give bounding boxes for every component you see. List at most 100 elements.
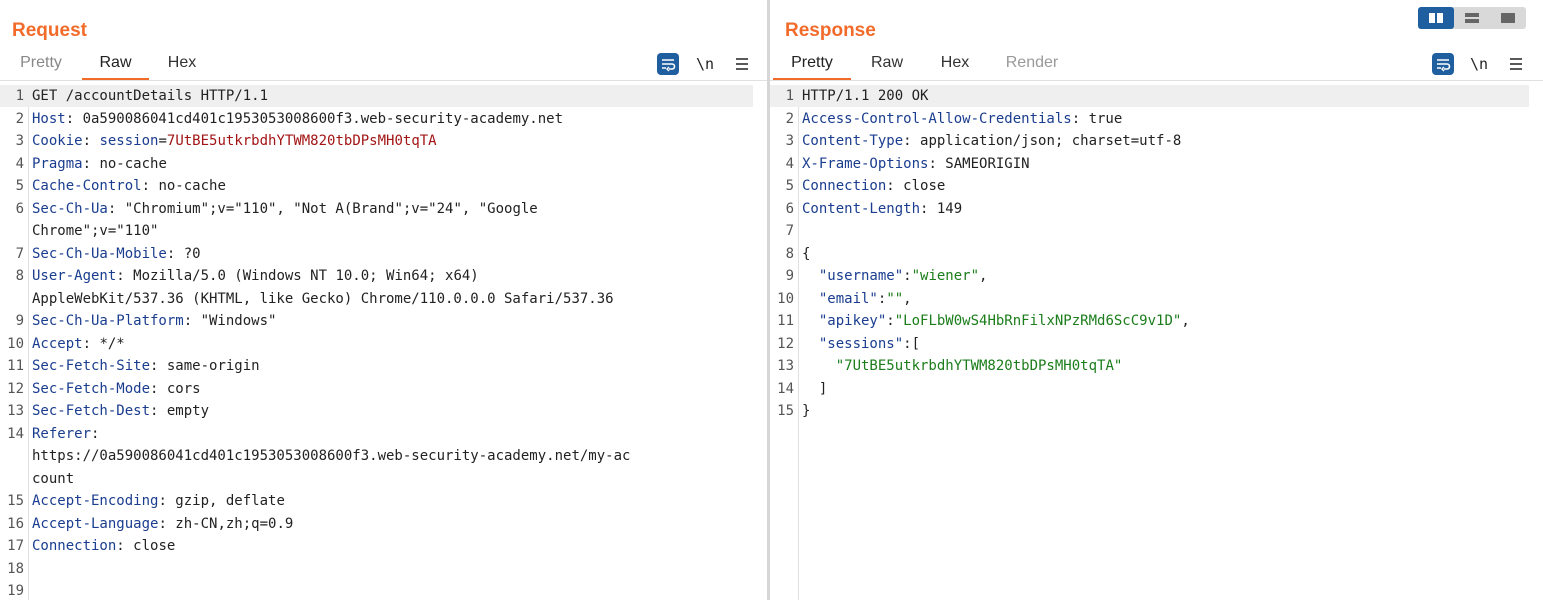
response-editor[interactable]: 1 HTTP/1.1 200 OK 2 Access-Control-Allow-Cr… xyxy=(770,85,1543,600)
response-tab-pretty[interactable]: Pretty xyxy=(773,50,851,80)
line-number: 1 xyxy=(785,88,794,104)
header-separator: : xyxy=(166,245,184,262)
line-content: Chrome";v="110" xyxy=(32,220,158,242)
word-wrap-icon[interactable] xyxy=(1432,53,1454,75)
line-content: Content-Type: application/json; charset=… xyxy=(802,130,1181,152)
header-name: Content-Type xyxy=(802,133,904,149)
header-value: gzip, deflate xyxy=(175,493,285,509)
header-name: Host xyxy=(32,110,66,127)
request-tab-divider xyxy=(0,80,767,81)
header-name: X-Frame-Options xyxy=(802,155,929,172)
header-separator: : xyxy=(82,155,100,172)
code-line: 6 Content-Length: 149 xyxy=(770,198,1529,220)
wrapped-continuation: count xyxy=(32,470,75,487)
plain-text: GET /accountDetails HTTP/1.1 xyxy=(32,88,269,104)
line-content: Host: 0a590086041cd401c1953053008600f3.w… xyxy=(32,108,563,130)
request-tab-pretty[interactable]: Pretty xyxy=(8,50,74,80)
response-tab-render[interactable]: Render xyxy=(996,50,1068,80)
line-content: HTTP/1.1 200 OK xyxy=(802,85,928,107)
response-tab-raw[interactable]: Raw xyxy=(861,50,913,80)
code-line: 11 "apikey":"LoFLbW0wS4HbRnFilxNPzRMd6Sc… xyxy=(770,310,1529,332)
response-tab-hex[interactable]: Hex xyxy=(930,50,980,80)
wrapped-continuation: Chrome";v="110" xyxy=(32,223,159,239)
word-wrap-icon[interactable] xyxy=(657,53,679,75)
line-number: 14 xyxy=(777,380,794,397)
code-line: count xyxy=(0,468,753,490)
line-content: { xyxy=(802,243,810,265)
json-key: "apikey" xyxy=(818,313,887,329)
header-name: Sec-Fetch-Site xyxy=(32,358,151,374)
header-separator: : xyxy=(928,155,946,172)
line-content: Cache-Control: no-cache xyxy=(32,175,226,197)
line-content: Sec-Ch-Ua-Platform: "Windows" xyxy=(32,310,276,332)
request-tab-hex[interactable]: Hex xyxy=(156,50,208,80)
line-number: 15 xyxy=(7,493,24,509)
response-pane: Response Pretty Raw Hex Render \n 1 HTTP/… xyxy=(770,0,1543,600)
json-colon: : xyxy=(886,313,895,329)
code-line: 3 Content-Type: application/json; charset… xyxy=(770,130,1529,152)
header-separator: : xyxy=(141,178,159,194)
header-value: no-cache xyxy=(99,155,167,172)
header-name: Accept-Encoding xyxy=(32,493,159,509)
code-line: 11 Sec-Fetch-Site: same-origin xyxy=(0,355,753,377)
code-line: 14 ] xyxy=(770,378,1529,400)
header-name: Accept-Language xyxy=(32,515,159,532)
line-content: X-Frame-Options: SAMEORIGIN xyxy=(802,153,1030,175)
header-separator: : xyxy=(920,200,937,217)
line-number: 15 xyxy=(777,403,794,419)
header-name: Accept xyxy=(32,335,83,352)
header-separator: : xyxy=(82,133,100,149)
code-line: 10 Accept: */* xyxy=(0,333,753,355)
line-number: 14 xyxy=(7,425,24,442)
line-number: 7 xyxy=(15,245,24,262)
hamburger-menu-icon[interactable] xyxy=(731,53,753,75)
code-line: 10 "email":"", xyxy=(770,288,1529,310)
line-content: Content-Length: 149 xyxy=(802,198,962,220)
header-name: User-Agent xyxy=(32,268,117,284)
line-number: 5 xyxy=(785,178,794,194)
line-content: count xyxy=(32,468,74,490)
response-tab-divider xyxy=(770,80,1543,81)
line-number: 8 xyxy=(15,268,24,284)
code-line: 12 Sec-Fetch-Mode: cors xyxy=(0,378,753,400)
header-separator: : xyxy=(150,380,167,397)
plain-text: HTTP/1.1 200 OK xyxy=(802,88,929,104)
line-number: 12 xyxy=(7,380,24,397)
show-newlines-toggle[interactable]: \n xyxy=(694,53,716,75)
line-content: Sec-Ch-Ua: "Chromium";v="110", "Not A(Br… xyxy=(32,198,538,220)
json-string-value: "" xyxy=(886,290,904,307)
line-content: Cookie: session=7UtBE5utkrbdhYTWM820tbDP… xyxy=(32,130,437,152)
header-name: Cache-Control xyxy=(32,178,142,194)
code-line: 9 Sec-Ch-Ua-Platform: "Windows" xyxy=(0,310,753,332)
request-editor[interactable]: 1 GET /accountDetails HTTP/1.1 2 Host: 0a59… xyxy=(0,85,767,600)
header-value: "Chromium";v="110", "Not A(Brand";v="24"… xyxy=(124,200,538,217)
header-name: Sec-Ch-Ua xyxy=(32,200,108,217)
request-tab-raw[interactable]: Raw xyxy=(82,50,149,80)
code-line: 3 Cookie: session=7UtBE5utkrbdhYTWM820tbD… xyxy=(0,130,753,152)
show-newlines-toggle[interactable]: \n xyxy=(1468,53,1490,75)
line-number: 7 xyxy=(785,223,794,239)
header-separator: : xyxy=(91,425,100,442)
split-rows-icon[interactable] xyxy=(1454,7,1490,29)
line-number: 13 xyxy=(777,358,794,374)
header-name: Referer xyxy=(32,425,92,442)
header-separator: : xyxy=(886,178,904,194)
layout-toggle-group xyxy=(1418,7,1526,29)
single-pane-icon[interactable] xyxy=(1490,7,1526,29)
line-number: 9 xyxy=(15,313,24,329)
code-line: 8{ xyxy=(770,243,1529,265)
line-content: GET /accountDetails HTTP/1.1 xyxy=(32,85,268,107)
header-value: close xyxy=(133,538,176,554)
line-number: 4 xyxy=(785,155,794,172)
header-value: no-cache xyxy=(158,178,226,194)
hamburger-menu-icon[interactable] xyxy=(1505,53,1527,75)
split-columns-icon[interactable] xyxy=(1418,7,1454,29)
header-value: zh-CN,zh;q=0.9 xyxy=(175,515,294,532)
code-line: 2 Host: 0a590086041cd401c1953053008600f3.… xyxy=(0,108,753,130)
code-line: 13 "7UtBE5utkrbdhYTWM820tbDPsMH0tqTA" xyxy=(770,355,1529,377)
line-number: 4 xyxy=(15,155,24,172)
code-line: 12 "sessions":[ xyxy=(770,333,1529,355)
response-title: Response xyxy=(785,20,876,41)
header-separator: : xyxy=(150,403,167,419)
